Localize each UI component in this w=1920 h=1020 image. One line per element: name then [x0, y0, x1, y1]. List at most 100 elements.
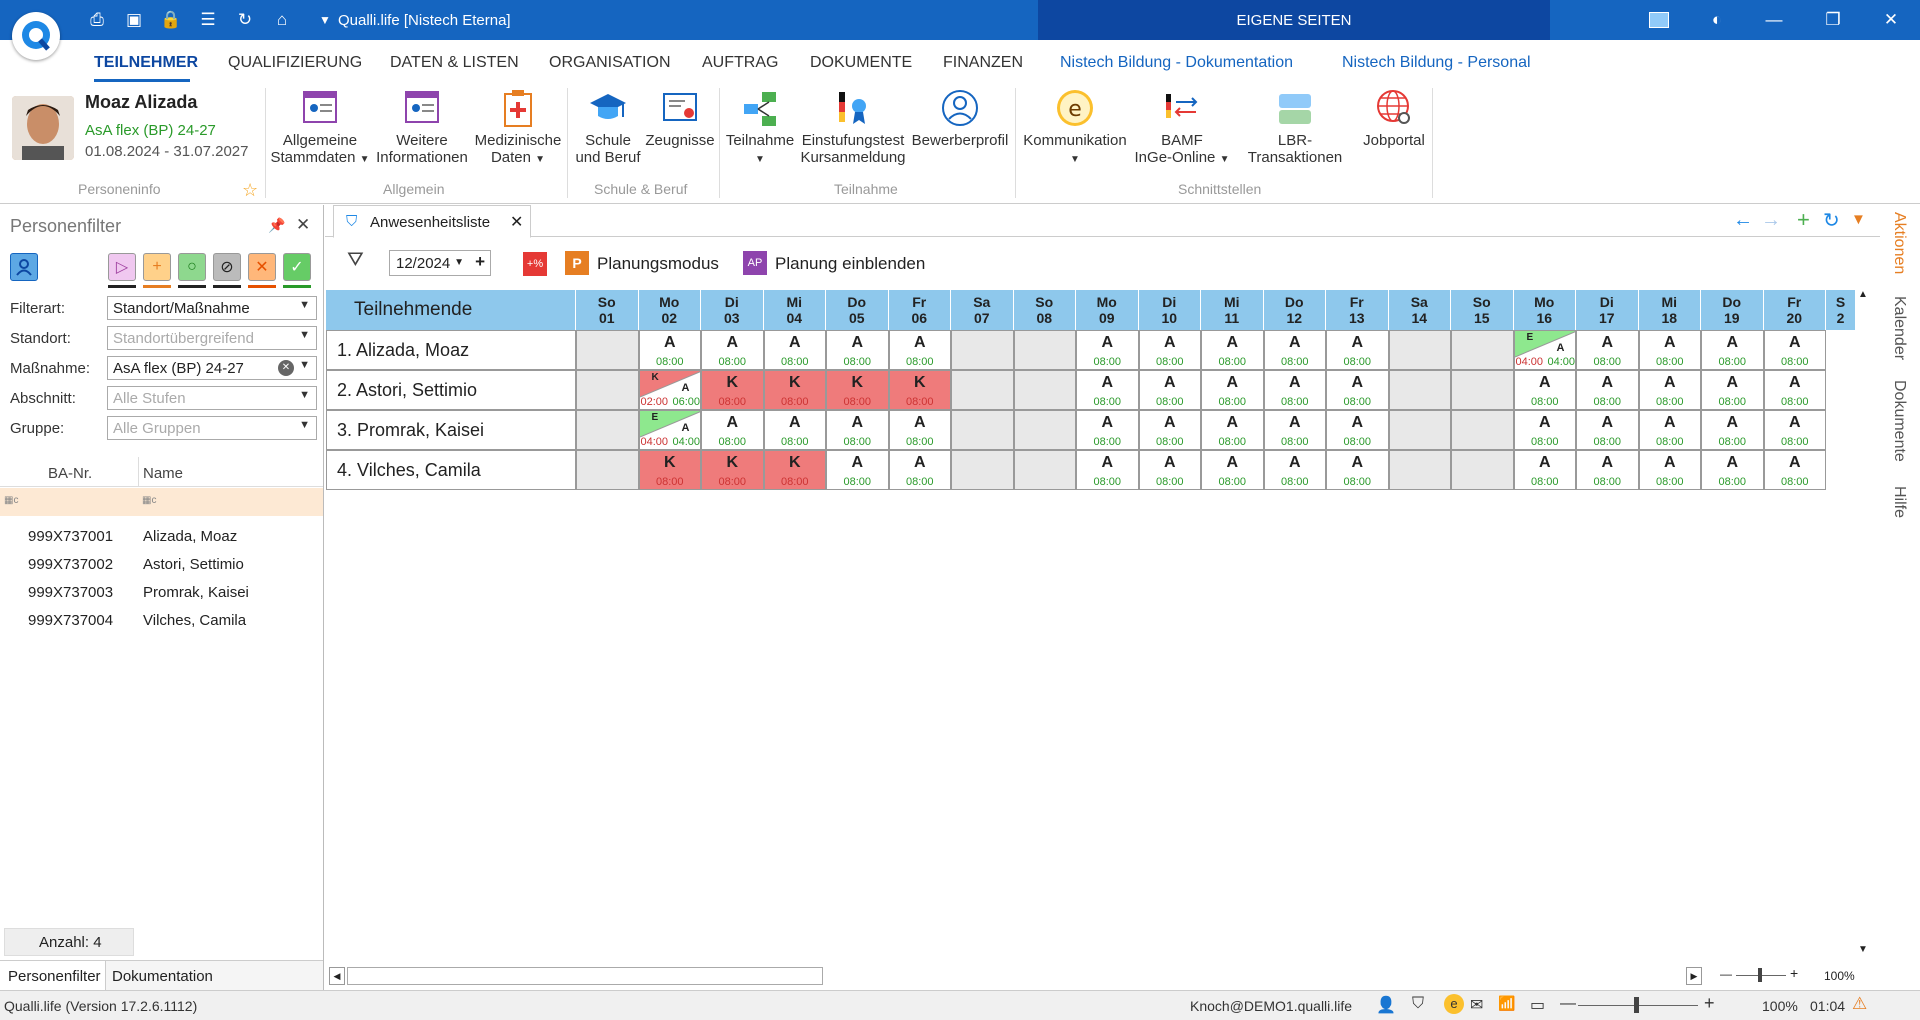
list-item[interactable]: 999X737001 Alizada, Moaz	[0, 521, 323, 549]
attendance-cell[interactable]: A 08:00	[1763, 410, 1826, 450]
menu-daten-listen[interactable]: DATEN & LISTEN	[390, 54, 519, 72]
app-logo[interactable]	[12, 12, 60, 60]
day-header[interactable]: Fr 13	[1326, 290, 1389, 330]
column-ba-nr[interactable]: BA-Nr.	[48, 465, 92, 482]
attendance-cell[interactable]: A 08:00	[1701, 330, 1764, 370]
attendance-cell[interactable]: A 08:00	[1138, 410, 1201, 450]
attendance-cell[interactable]: A 08:00	[826, 410, 889, 450]
dropdown-icon[interactable]: ▼	[1851, 211, 1866, 228]
list-icon[interactable]: ☰	[197, 10, 219, 30]
attendance-cell[interactable]: A 08:00	[1701, 410, 1764, 450]
day-header[interactable]: So 01	[576, 290, 639, 330]
side-tab-aktionen[interactable]: Aktionen	[1890, 212, 1908, 274]
day-header[interactable]: Mi 18	[1638, 290, 1701, 330]
attendance-cell[interactable]	[951, 410, 1014, 450]
menu-teilnehmer[interactable]: TEILNEHMER	[94, 54, 198, 72]
menu-organisation[interactable]: ORGANISATION	[549, 54, 671, 72]
attendance-cell[interactable]: A 08:00	[1763, 330, 1826, 370]
attendance-cell[interactable]	[1451, 450, 1514, 490]
attendance-cell[interactable]: A 08:00	[1638, 450, 1701, 490]
zoom-out-icon[interactable]: —	[1720, 967, 1732, 981]
eigene-seiten-button[interactable]: EIGENE SEITEN	[1038, 0, 1550, 40]
attendance-cell[interactable]: A 08:00	[1201, 410, 1264, 450]
attendance-cell[interactable]: A 08:00	[701, 330, 764, 370]
attendance-cell[interactable]: A 08:00	[1076, 370, 1139, 410]
attendance-cell[interactable]: E A 04:00 04:00	[1513, 330, 1576, 370]
user-icon[interactable]: 👤	[1376, 995, 1396, 1015]
attendance-cell[interactable]: K 08:00	[826, 370, 889, 410]
zoom-in-icon[interactable]: +	[1790, 965, 1798, 981]
attendance-cell[interactable]	[576, 410, 639, 450]
day-header[interactable]: S2	[1826, 290, 1856, 330]
add-icon[interactable]: +	[1797, 207, 1810, 233]
kommunikation-status-icon[interactable]: e	[1444, 994, 1464, 1014]
day-header[interactable]: Mi 04	[763, 290, 826, 330]
kommunikation-button[interactable]: e Kommunikation ▼	[1020, 88, 1130, 168]
attendance-cell[interactable]: K 08:00	[701, 370, 764, 410]
abschnitt-select[interactable]: Alle Stufen ▼	[107, 386, 317, 410]
day-header[interactable]: Mi 11	[1201, 290, 1264, 330]
menu-nistech-dokumentation[interactable]: Nistech Bildung - Dokumentation	[1060, 54, 1293, 72]
attendance-cell[interactable]: A 08:00	[1576, 330, 1639, 370]
attendance-cell[interactable]: A 08:00	[1513, 410, 1576, 450]
attendance-cell[interactable]: K 08:00	[763, 450, 826, 490]
attendance-cell[interactable]: A 08:00	[826, 450, 889, 490]
attendance-cell[interactable]: A 08:00	[1201, 370, 1264, 410]
filter-icon[interactable]: ⛛	[347, 249, 364, 272]
attendance-cell[interactable]	[576, 370, 639, 410]
attendance-cell[interactable]: A 08:00	[1701, 370, 1764, 410]
attendance-cell[interactable]	[951, 370, 1014, 410]
qat-dropdown-icon[interactable]: ▼	[314, 10, 336, 30]
scroll-right-icon[interactable]: ▶	[1686, 967, 1702, 985]
vertical-scrollbar[interactable]: ▲ ▼	[1854, 289, 1874, 959]
zeugnisse-button[interactable]: Zeugnisse	[642, 88, 718, 149]
pin-icon[interactable]: 📌	[268, 217, 285, 234]
participant-name[interactable]: 3. Promrak, Kaisei	[326, 410, 576, 450]
contrast-icon[interactable]: ◐	[1702, 8, 1732, 32]
scroll-down-icon[interactable]: ▼	[1858, 944, 1868, 955]
attendance-cell[interactable]: E A 04:00 04:00	[638, 410, 701, 450]
attendance-cell[interactable]: A 08:00	[888, 410, 951, 450]
menu-dokumente[interactable]: DOKUMENTE	[810, 54, 912, 72]
attendance-cell[interactable]	[576, 450, 639, 490]
mail-icon[interactable]: ✉	[1470, 995, 1483, 1015]
jobportal-button[interactable]: Jobportal	[1356, 88, 1432, 149]
attendance-cell[interactable]: A 08:00	[1263, 450, 1326, 490]
reload-icon[interactable]: ↻	[1823, 208, 1840, 233]
add-filter-icon[interactable]: +	[143, 253, 171, 281]
side-tab-kalender[interactable]: Kalender	[1890, 296, 1908, 360]
planung-einblenden-button[interactable]: Planung einblenden	[775, 254, 925, 274]
attendance-cell[interactable]	[1451, 410, 1514, 450]
attendance-cell[interactable]	[1388, 410, 1451, 450]
cancel-filter-icon[interactable]: ✕	[248, 253, 276, 281]
person-filter-icon[interactable]	[10, 253, 38, 281]
day-header[interactable]: Fr 06	[888, 290, 951, 330]
play-filter-icon[interactable]: ▷	[108, 253, 136, 281]
scroll-thumb[interactable]	[347, 967, 823, 985]
participant-name[interactable]: 1. Alizada, Moaz	[326, 330, 576, 370]
clear-icon[interactable]: ✕	[278, 360, 294, 376]
day-header[interactable]: Do 19	[1701, 290, 1764, 330]
shield-status-icon[interactable]: ⛉	[1412, 995, 1424, 1013]
status-zoom-slider[interactable]	[1634, 997, 1639, 1013]
attendance-cell[interactable]: A 08:00	[1326, 410, 1389, 450]
attendance-cell[interactable]: A 08:00	[1763, 370, 1826, 410]
day-header[interactable]: Do 05	[826, 290, 889, 330]
list-item[interactable]: 999X737004 Vilches, Camila	[0, 605, 323, 633]
teilnahme-button[interactable]: Teilnahme ▼	[722, 88, 798, 168]
attendance-cell[interactable]: A 08:00	[1638, 370, 1701, 410]
attendance-cell[interactable]	[951, 450, 1014, 490]
column-name[interactable]: Name	[143, 465, 183, 482]
day-header[interactable]: Fr 20	[1763, 290, 1826, 330]
gruppe-select[interactable]: Alle Gruppen ▼	[107, 416, 317, 440]
day-header[interactable]: So 15	[1451, 290, 1514, 330]
attendance-cell[interactable]: A 08:00	[1138, 450, 1201, 490]
grid-header-teilnehmende[interactable]: Teilnehmende	[326, 290, 576, 330]
attendance-cell[interactable]: A 08:00	[826, 330, 889, 370]
participant-name[interactable]: 4. Vilches, Camila	[326, 450, 576, 490]
day-header[interactable]: Sa 14	[1388, 290, 1451, 330]
forward-icon[interactable]: →	[1761, 209, 1781, 232]
planungsmodus-button[interactable]: Planungsmodus	[597, 254, 719, 274]
menu-finanzen[interactable]: FINANZEN	[943, 54, 1023, 72]
day-header[interactable]: Sa 07	[951, 290, 1014, 330]
